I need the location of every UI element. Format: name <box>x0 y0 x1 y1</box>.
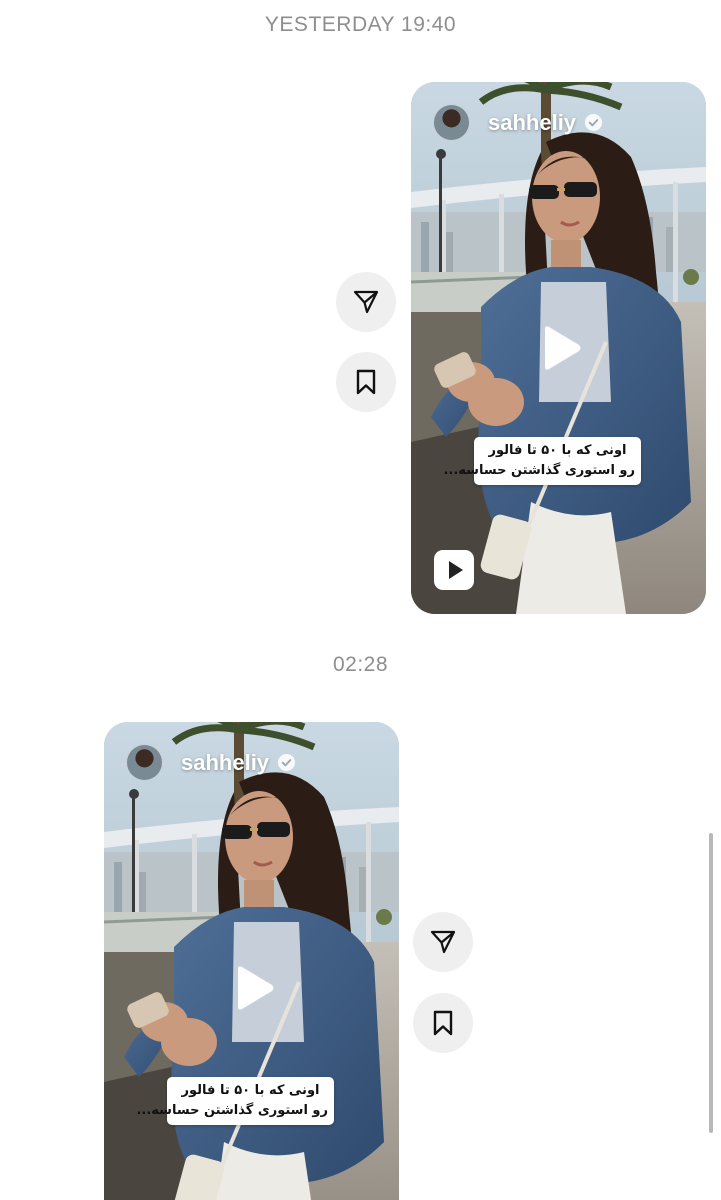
play-icon[interactable] <box>228 964 276 1012</box>
share-button[interactable] <box>336 272 396 332</box>
verified-badge-icon <box>584 113 603 132</box>
reel-username[interactable]: sahheliy <box>488 110 576 136</box>
reel-header: sahheliy <box>126 744 296 781</box>
caption-line: رو استوری گذاشتن حساسه... <box>443 463 635 478</box>
reel-caption: اونی که با ۵۰ تا فالور رو استوری گذاشتن … <box>443 437 641 485</box>
shared-reel-card[interactable]: sahheliy اونی که با ۵۰ تا فالور رو استور… <box>104 722 399 1200</box>
caption-line: رو استوری گذاشتن حساسه... <box>136 1103 328 1118</box>
message-timestamp: 02:28 <box>332 653 389 676</box>
avatar[interactable] <box>126 744 163 781</box>
verified-badge-icon <box>277 753 296 772</box>
message-timestamp: YESTERDAY 19:40 <box>264 13 457 36</box>
avatar[interactable] <box>433 104 470 141</box>
save-button[interactable] <box>336 352 396 412</box>
bookmark-icon <box>433 1010 453 1036</box>
play-icon[interactable] <box>535 324 583 372</box>
shared-reel-card[interactable]: sahheliy اونی که با ۵۰ تا فالور رو استور… <box>411 82 706 614</box>
save-button[interactable] <box>413 993 473 1053</box>
bookmark-icon <box>356 369 376 395</box>
reel-header: sahheliy <box>433 104 603 141</box>
paper-plane-icon <box>353 290 379 314</box>
reel-thumbnail <box>104 722 399 1200</box>
scrollbar[interactable] <box>709 833 713 1133</box>
caption-line: اونی که با ۵۰ تا فالور <box>488 443 627 458</box>
reel-username[interactable]: sahheliy <box>181 750 269 776</box>
reel-caption: اونی که با ۵۰ تا فالور رو استوری گذاشتن … <box>136 1077 334 1125</box>
share-button[interactable] <box>413 912 473 972</box>
paper-plane-icon <box>430 930 456 954</box>
caption-line: اونی که با ۵۰ تا فالور <box>181 1083 320 1098</box>
reel-icon <box>434 550 474 590</box>
